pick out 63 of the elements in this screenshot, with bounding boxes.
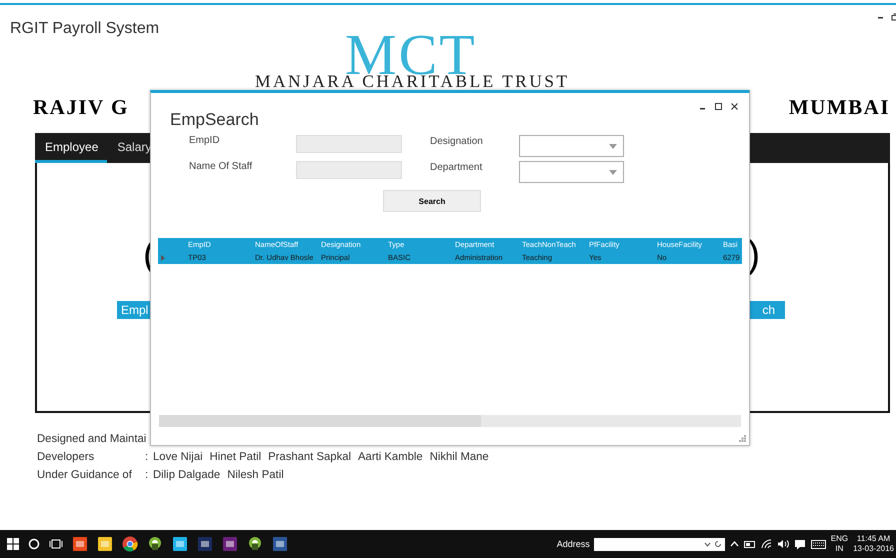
horizontal-scrollbar[interactable] [159, 415, 741, 427]
wifi-icon[interactable] [760, 539, 772, 549]
clock-date[interactable]: 13-03-2016 [853, 544, 894, 554]
dialog-title: EmpSearch [170, 110, 259, 130]
logo: MCT [345, 35, 477, 75]
search-icon[interactable] [28, 538, 40, 550]
employee-button[interactable]: Empl [117, 301, 150, 319]
credit-label: Under Guidance of [37, 469, 133, 483]
window-title: RGIT Payroll System [10, 20, 160, 39]
trust-name: MANJARA CHARITABLE TRUST [255, 74, 570, 89]
field-label: Name Of Staff [189, 161, 252, 174]
keyboard-icon[interactable] [810, 540, 826, 548]
dropdown-arrow-icon[interactable] [609, 144, 617, 148]
college-name: MUMBAI [788, 95, 890, 119]
search-button[interactable]: ch [750, 301, 785, 319]
language-code[interactable]: ENG [830, 534, 848, 544]
scrollbar-thumb[interactable] [159, 415, 481, 427]
search-button[interactable]: Search [383, 190, 481, 212]
field-label: Department [430, 162, 482, 175]
android-icon[interactable] [247, 536, 263, 552]
person-name: Hinet Patil [210, 451, 262, 465]
tab[interactable]: Employee [35, 133, 108, 163]
android-icon[interactable] [147, 536, 163, 552]
refresh-icon[interactable] [714, 540, 722, 548]
dropdown-arrow-icon[interactable] [609, 170, 617, 174]
colon: : [145, 451, 150, 465]
credit-label: Developers [37, 451, 96, 465]
task-view-icon[interactable] [49, 539, 63, 549]
field-label: Designation [430, 136, 483, 149]
chevron-up-icon[interactable] [730, 541, 739, 547]
windows-icon[interactable] [7, 538, 19, 550]
app-icon[interactable] [222, 536, 238, 552]
person-name: Nilesh Patil [227, 469, 284, 483]
clock-time[interactable]: 11:45 AM [856, 534, 890, 544]
person-name: Dilip Dalgade [153, 469, 220, 483]
app-icon[interactable] [197, 536, 213, 552]
input-field[interactable] [296, 161, 402, 179]
browser-icon[interactable] [122, 536, 138, 552]
person-name: Aarti Kamble [358, 451, 423, 465]
person-name: Nikhil Mane [430, 451, 489, 465]
field-label: EmpID [189, 135, 220, 148]
tab[interactable]: Salary [107, 133, 160, 163]
app-icon[interactable] [172, 536, 188, 552]
battery-icon[interactable] [744, 540, 756, 548]
app-icon[interactable] [272, 536, 288, 552]
row-indicator-icon [161, 254, 165, 260]
input-field[interactable] [296, 135, 402, 153]
region-code[interactable]: IN [835, 544, 844, 554]
person-name: Love Nijai [153, 451, 203, 465]
college-name: RAJIV G [33, 95, 129, 119]
app-icon[interactable] [72, 536, 88, 552]
app-icon[interactable] [97, 536, 113, 552]
address-label: Address [556, 539, 590, 549]
colon: : [145, 469, 150, 483]
speaker-icon[interactable] [776, 539, 789, 549]
message-icon[interactable] [794, 538, 806, 550]
person-name: Prashant Sapkal [268, 451, 352, 465]
chevron-down-icon[interactable] [704, 542, 711, 546]
address-field[interactable] [594, 538, 725, 550]
maximize-icon[interactable] [715, 103, 722, 110]
credit-label: Designed and Maintai [37, 433, 146, 447]
close-icon[interactable] [731, 103, 738, 110]
resize-grip-icon[interactable] [739, 435, 746, 442]
